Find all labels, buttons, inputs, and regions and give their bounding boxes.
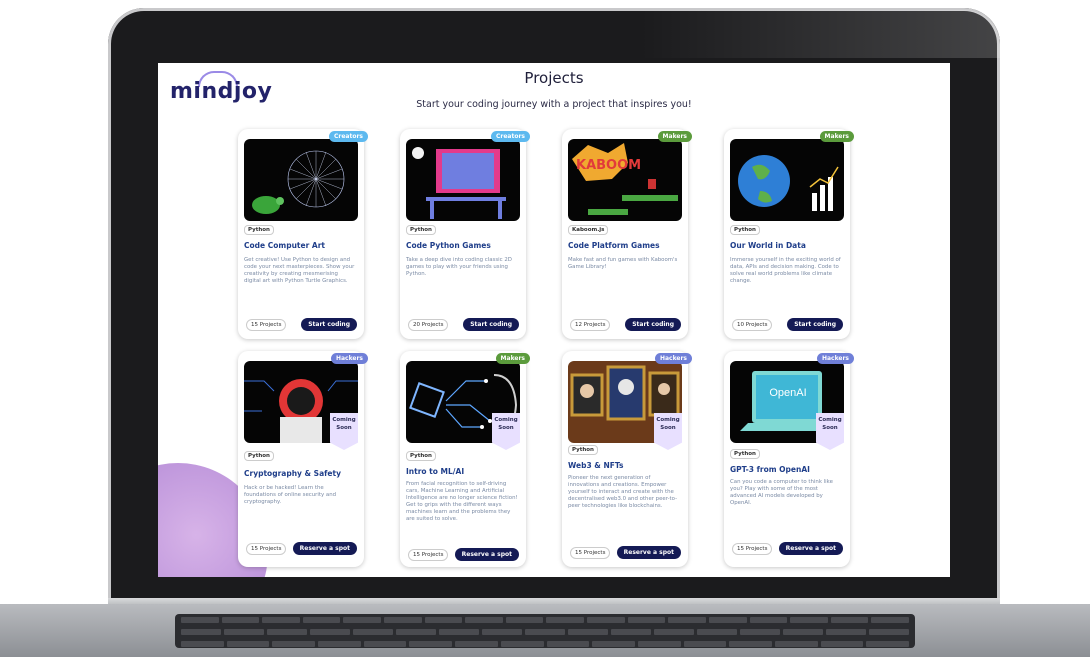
- card-title: Code Platform Games: [568, 241, 660, 250]
- project-card[interactable]: Creators Python Code Computer Art Get cr…: [238, 129, 368, 339]
- card-description: Make fast and fun games with Kaboom's Ga…: [568, 257, 678, 270]
- language-tag: Python: [730, 225, 760, 235]
- project-card[interactable]: Creators Python Code Python Games Take a…: [400, 129, 530, 339]
- openai-logo-text: OpenAI: [769, 387, 807, 399]
- card-title: Our World in Data: [730, 241, 806, 250]
- card-description: Pioneer the next generation of innovatio…: [568, 475, 678, 509]
- language-tag: Python: [244, 225, 274, 235]
- keyboard: [175, 614, 915, 648]
- card-title: Intro to ML/AI: [406, 467, 465, 476]
- lid-reflection: [640, 10, 1000, 58]
- project-count: 12 Projects: [570, 319, 611, 331]
- kaboom-text: KABOOM: [576, 158, 641, 173]
- reserve-spot-button[interactable]: Reserve a spot: [292, 542, 357, 555]
- reserve-spot-button[interactable]: Reserve a spot: [454, 548, 519, 561]
- coming-soon-ribbon: Coming Soon: [816, 413, 844, 450]
- category-badge: Makers: [819, 131, 854, 142]
- card-title: Code Python Games: [406, 241, 491, 250]
- category-badge: Creators: [328, 131, 368, 142]
- coming-soon-ribbon: Coming Soon: [654, 413, 682, 450]
- card-title: GPT-3 from OpenAI: [730, 465, 810, 474]
- category-badge: Hackers: [654, 353, 692, 364]
- language-tag: Python: [406, 225, 436, 235]
- card-description: Immerse yourself in the exciting world o…: [730, 257, 841, 284]
- language-tag: Python: [730, 449, 760, 459]
- language-tag: Python: [406, 451, 436, 461]
- project-count: 10 Projects: [732, 319, 773, 331]
- card-title: Web3 & NFTs: [568, 461, 624, 470]
- card-thumbnail: [406, 139, 520, 221]
- project-card[interactable]: Makers Python Our World in Data Immerse …: [724, 129, 854, 339]
- card-description: From facial recognition to self-driving …: [406, 481, 518, 522]
- card-description: Hack or be hacked! Learn the foundations…: [244, 485, 337, 505]
- card-title: Cryptography & Safety: [244, 469, 341, 478]
- page-subtitle: Start your coding journey with a project…: [416, 99, 692, 110]
- project-count: 15 Projects: [246, 319, 287, 331]
- project-card[interactable]: Hackers Coming Soon Python Web3 & NFTs P…: [562, 351, 692, 567]
- card-thumbnail: KABOOM: [568, 139, 682, 221]
- card-thumbnail: [730, 139, 844, 221]
- start-coding-button[interactable]: Start coding: [463, 318, 519, 331]
- category-badge: Hackers: [330, 353, 368, 364]
- start-coding-button[interactable]: Start coding: [301, 318, 357, 331]
- coming-soon-ribbon: Coming Soon: [330, 413, 358, 450]
- reserve-spot-button[interactable]: Reserve a spot: [616, 546, 681, 559]
- card-description: Get creative! Use Python to design and c…: [244, 257, 355, 284]
- language-tag: Kaboom.js: [568, 225, 609, 235]
- reserve-spot-button[interactable]: Reserve a spot: [778, 542, 843, 555]
- project-count: 15 Projects: [732, 543, 773, 555]
- project-count: 15 Projects: [246, 543, 287, 555]
- language-tag: Python: [244, 451, 274, 461]
- coming-soon-ribbon: Coming Soon: [492, 413, 520, 450]
- category-badge: Creators: [490, 131, 530, 142]
- card-thumbnail: [244, 139, 358, 221]
- page-title: Projects: [524, 69, 584, 87]
- screen: mindjoy Projects Start your coding journ…: [158, 63, 950, 577]
- project-count: 20 Projects: [408, 319, 449, 331]
- project-count: 15 Projects: [408, 549, 449, 561]
- category-badge: Hackers: [816, 353, 854, 364]
- project-count: 15 Projects: [570, 547, 611, 559]
- card-description: Take a deep dive into coding classic 2D …: [406, 257, 512, 277]
- start-coding-button[interactable]: Start coding: [787, 318, 843, 331]
- category-badge: Makers: [657, 131, 692, 142]
- project-card[interactable]: Hackers Coming Soon Python Cryptography …: [238, 351, 368, 567]
- start-coding-button[interactable]: Start coding: [625, 318, 681, 331]
- card-description: Can you code a computer to think like yo…: [730, 479, 833, 506]
- project-card[interactable]: OpenAI Hackers Coming Soon Python GPT-3 …: [724, 351, 854, 567]
- card-title: Code Computer Art: [244, 241, 325, 250]
- project-card[interactable]: KABOOM Makers Kaboom.js Code Platform Ga…: [562, 129, 692, 339]
- category-badge: Makers: [495, 353, 530, 364]
- project-card[interactable]: Makers Coming Soon Python Intro to ML/AI…: [400, 351, 530, 567]
- language-tag: Python: [568, 445, 598, 455]
